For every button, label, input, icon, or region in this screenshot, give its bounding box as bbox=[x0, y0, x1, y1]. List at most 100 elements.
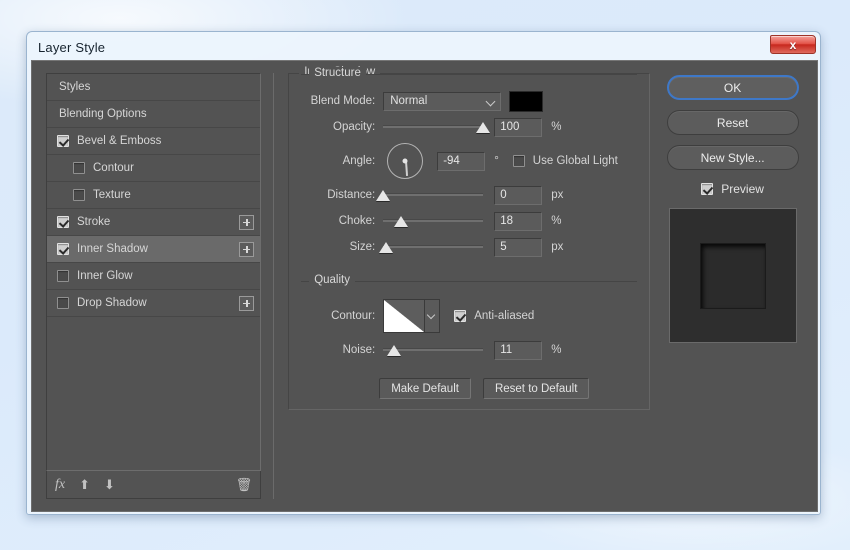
size-slider-track bbox=[383, 245, 484, 248]
opacity-slider[interactable] bbox=[383, 118, 491, 136]
ok-button[interactable]: OK bbox=[666, 75, 799, 100]
chevron-down-icon bbox=[485, 96, 496, 106]
styles-list-item-label: Drop Shadow bbox=[77, 297, 147, 309]
dialog-body: Styles Blending Options Bevel & Emboss Cont… bbox=[31, 60, 818, 512]
move-down-icon[interactable]: ⬇ bbox=[104, 478, 115, 491]
styles-list-item-label: Texture bbox=[93, 189, 131, 201]
choke-unit: % bbox=[551, 215, 562, 227]
opacity-slider-thumb[interactable] bbox=[476, 122, 491, 133]
angle-label: Angle: bbox=[342, 155, 376, 167]
opacity-input[interactable]: 100 bbox=[494, 117, 543, 137]
anti-aliased-label: Anti-aliased bbox=[474, 310, 535, 322]
noise-slider[interactable] bbox=[383, 341, 484, 359]
trash-icon[interactable]: 🗑 bbox=[236, 478, 253, 491]
opacity-slider-track bbox=[383, 125, 484, 128]
move-up-icon[interactable]: ⬆ bbox=[79, 478, 90, 491]
size-input[interactable]: 5 bbox=[494, 237, 543, 257]
styles-list-item[interactable]: Stroke bbox=[47, 209, 261, 236]
angle-input[interactable]: -94 bbox=[437, 151, 486, 171]
contour-row: Contour: Anti-aliased bbox=[301, 296, 637, 336]
use-global-light-checkbox[interactable]: Use Global Light bbox=[512, 155, 618, 167]
distance-slider[interactable] bbox=[376, 186, 484, 204]
effect-enable-checkbox[interactable] bbox=[57, 243, 69, 255]
styles-list-item[interactable]: Drop Shadow bbox=[47, 290, 261, 317]
layer-style-window: Layer Style x Styles Blending Options Beve… bbox=[26, 31, 821, 515]
chevron-down-icon bbox=[426, 310, 436, 320]
styles-list-item[interactable]: Texture bbox=[47, 182, 261, 209]
effect-enable-checkbox[interactable] bbox=[57, 135, 69, 147]
fx-icon[interactable]: fx bbox=[55, 477, 65, 492]
add-effect-button[interactable] bbox=[239, 295, 255, 311]
choke-label: Choke: bbox=[338, 215, 376, 227]
styles-toolbar: fx ⬆ ⬇ 🗑 bbox=[46, 471, 262, 499]
styles-list-item[interactable]: Blending Options bbox=[47, 101, 261, 128]
preview-shape bbox=[699, 242, 766, 309]
size-unit: px bbox=[551, 241, 564, 253]
distance-label: Distance: bbox=[327, 189, 376, 201]
use-global-light-box[interactable] bbox=[512, 155, 525, 167]
preview-thumbnail bbox=[668, 208, 797, 343]
styles-list-item[interactable]: Inner Glow bbox=[47, 263, 261, 290]
distance-input[interactable]: 0 bbox=[494, 185, 543, 205]
add-effect-button[interactable] bbox=[239, 214, 255, 230]
angle-dial[interactable] bbox=[387, 143, 424, 179]
effect-enable-checkbox[interactable] bbox=[57, 270, 69, 282]
styles-column: Styles Blending Options Bevel & Emboss Cont… bbox=[46, 73, 262, 499]
effect-enable-checkbox[interactable] bbox=[73, 162, 85, 174]
styles-list-item-label: Inner Glow bbox=[77, 270, 133, 282]
size-row: Size: 5 px bbox=[301, 235, 637, 259]
inner-shadow-panel: Inner Shadow Structure Blend Mode: Norma… bbox=[288, 66, 651, 410]
styles-list-item[interactable]: Inner Shadow bbox=[47, 236, 261, 263]
opacity-unit: % bbox=[551, 121, 562, 133]
styles-list-item-label: Blending Options bbox=[59, 108, 147, 120]
new-style-button[interactable]: New Style... bbox=[666, 145, 799, 170]
size-slider-thumb[interactable] bbox=[379, 242, 394, 253]
styles-list-item[interactable]: Styles bbox=[47, 74, 261, 101]
effect-enable-checkbox[interactable] bbox=[57, 297, 69, 309]
choke-input[interactable]: 18 bbox=[494, 211, 543, 231]
choke-slider[interactable] bbox=[383, 212, 484, 230]
reset-to-default-button[interactable]: Reset to Default bbox=[482, 378, 590, 399]
make-default-button[interactable]: Make Default bbox=[379, 378, 471, 399]
styles-list-item-label: Styles bbox=[59, 81, 91, 93]
noise-unit: % bbox=[551, 344, 562, 356]
close-button[interactable]: x bbox=[770, 35, 816, 54]
opacity-label: Opacity: bbox=[333, 121, 376, 133]
noise-slider-thumb[interactable] bbox=[387, 345, 402, 356]
anti-aliased-box[interactable] bbox=[454, 310, 467, 322]
defaults-row: Make Default Reset to Default bbox=[379, 378, 637, 399]
anti-aliased-checkbox[interactable]: Anti-aliased bbox=[454, 310, 534, 322]
styles-list-item-label: Inner Shadow bbox=[77, 243, 148, 255]
shadow-color-swatch[interactable] bbox=[509, 90, 544, 112]
blend-mode-select[interactable]: Normal bbox=[383, 91, 502, 111]
preview-box[interactable] bbox=[701, 183, 714, 195]
size-label: Size: bbox=[349, 241, 376, 253]
reset-button[interactable]: Reset bbox=[666, 110, 799, 135]
noise-label: Noise: bbox=[342, 344, 376, 356]
styles-list-item[interactable]: Contour bbox=[47, 155, 261, 182]
styles-list[interactable]: Styles Blending Options Bevel & Emboss Cont… bbox=[46, 73, 262, 471]
distance-slider-thumb[interactable] bbox=[376, 190, 391, 201]
styles-list-item[interactable]: Bevel & Emboss bbox=[47, 128, 261, 155]
noise-input[interactable]: 11 bbox=[494, 340, 543, 360]
contour-preview[interactable] bbox=[383, 299, 426, 333]
styles-list-item-label: Stroke bbox=[77, 216, 111, 228]
actions-column: OK Reset New Style... Preview bbox=[662, 73, 803, 499]
size-slider[interactable] bbox=[379, 238, 484, 256]
add-effect-button[interactable] bbox=[239, 241, 255, 257]
use-global-light-label: Use Global Light bbox=[532, 155, 618, 167]
contour-dropdown-button[interactable] bbox=[425, 299, 441, 333]
angle-dial-knob bbox=[402, 158, 408, 164]
distance-unit: px bbox=[551, 189, 564, 201]
distance-slider-track bbox=[383, 193, 484, 196]
preview-checkbox[interactable]: Preview bbox=[701, 182, 764, 196]
effect-enable-checkbox[interactable] bbox=[57, 216, 69, 228]
opacity-row: Opacity: 100 % bbox=[301, 115, 637, 139]
quality-legend: Quality bbox=[309, 274, 355, 286]
angle-unit: ° bbox=[494, 155, 499, 167]
effect-enable-checkbox[interactable] bbox=[73, 189, 85, 201]
choke-row: Choke: 18 % bbox=[301, 209, 637, 233]
structure-fieldset: Structure Blend Mode: Normal Opacity: 10… bbox=[301, 67, 638, 271]
choke-slider-thumb[interactable] bbox=[394, 216, 409, 227]
quality-fieldset: Quality Contour: Anti-aliased Noise: 11 … bbox=[301, 274, 638, 409]
